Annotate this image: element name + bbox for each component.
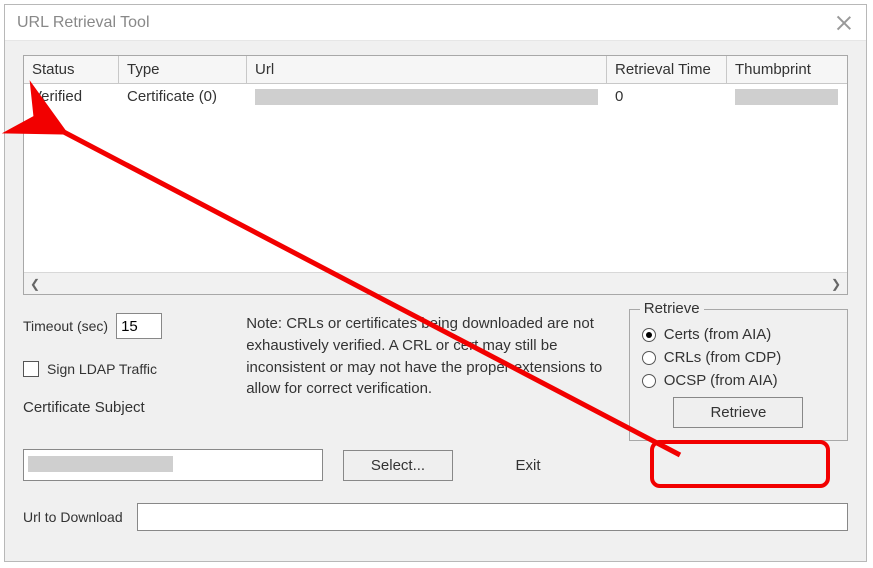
grid-header: Status Type Url Retrieval Time Thumbprin… <box>24 56 847 84</box>
col-header-rtime[interactable]: Retrieval Time <box>607 56 727 83</box>
radio-label: OCSP (from AIA) <box>664 372 778 389</box>
radio-certs[interactable]: Certs (from AIA) <box>642 326 835 343</box>
radio-icon <box>642 351 656 365</box>
grid-body: Verified Certificate (0) 0 <box>24 84 847 272</box>
close-icon[interactable] <box>834 13 854 33</box>
redacted-value <box>255 89 598 105</box>
window-title: URL Retrieval Tool <box>17 14 150 32</box>
radio-crls[interactable]: CRLs (from CDP) <box>642 349 835 366</box>
url-download-input[interactable] <box>137 503 848 531</box>
sign-ldap-checkbox[interactable] <box>23 361 39 377</box>
retrieve-legend: Retrieve <box>640 300 704 317</box>
cell-rtime: 0 <box>607 84 727 108</box>
retrieve-button[interactable]: Retrieve <box>673 397 803 428</box>
redacted-value <box>28 456 173 472</box>
radio-icon <box>642 328 656 342</box>
cell-url <box>247 84 607 108</box>
note-text: Note: CRLs or certificates being downloa… <box>246 309 615 441</box>
results-grid: Status Type Url Retrieval Time Thumbprin… <box>23 55 848 295</box>
redacted-value <box>735 89 838 105</box>
cert-subject-label: Certificate Subject <box>23 399 232 416</box>
radio-ocsp[interactable]: OCSP (from AIA) <box>642 372 835 389</box>
url-download-row: Url to Download <box>23 503 848 531</box>
lower-left: Timeout (sec) Sign LDAP Traffic Certific… <box>23 309 232 441</box>
col-header-thumb[interactable]: Thumbprint <box>727 56 847 83</box>
col-header-status[interactable]: Status <box>24 56 119 83</box>
subject-row: Select... Exit <box>23 449 848 481</box>
table-row[interactable]: Verified Certificate (0) 0 <box>24 84 847 108</box>
cell-status: Verified <box>24 84 119 108</box>
timeout-input[interactable] <box>116 313 162 339</box>
scroll-left-icon[interactable]: ❮ <box>24 273 46 295</box>
cell-thumb <box>727 84 847 108</box>
horizontal-scrollbar[interactable]: ❮ ❯ <box>24 272 847 294</box>
retrieve-group: Retrieve Certs (from AIA) CRLs (from CDP… <box>629 309 848 441</box>
cell-type: Certificate (0) <box>119 84 247 108</box>
radio-icon <box>642 374 656 388</box>
exit-button[interactable]: Exit <box>473 451 583 480</box>
radio-label: Certs (from AIA) <box>664 326 772 343</box>
radio-label: CRLs (from CDP) <box>664 349 782 366</box>
client-area: Status Type Url Retrieval Time Thumbprin… <box>5 41 866 541</box>
col-header-url[interactable]: Url <box>247 56 607 83</box>
sign-ldap-label: Sign LDAP Traffic <box>47 361 157 377</box>
titlebar: URL Retrieval Tool <box>5 5 866 41</box>
select-button[interactable]: Select... <box>343 450 453 481</box>
url-download-label: Url to Download <box>23 509 123 525</box>
window-frame: URL Retrieval Tool Status Type Url Retri… <box>4 4 867 562</box>
col-header-type[interactable]: Type <box>119 56 247 83</box>
timeout-label: Timeout (sec) <box>23 318 108 334</box>
cert-subject-field[interactable] <box>23 449 323 481</box>
scroll-right-icon[interactable]: ❯ <box>825 273 847 295</box>
lower-panel: Timeout (sec) Sign LDAP Traffic Certific… <box>23 309 848 441</box>
